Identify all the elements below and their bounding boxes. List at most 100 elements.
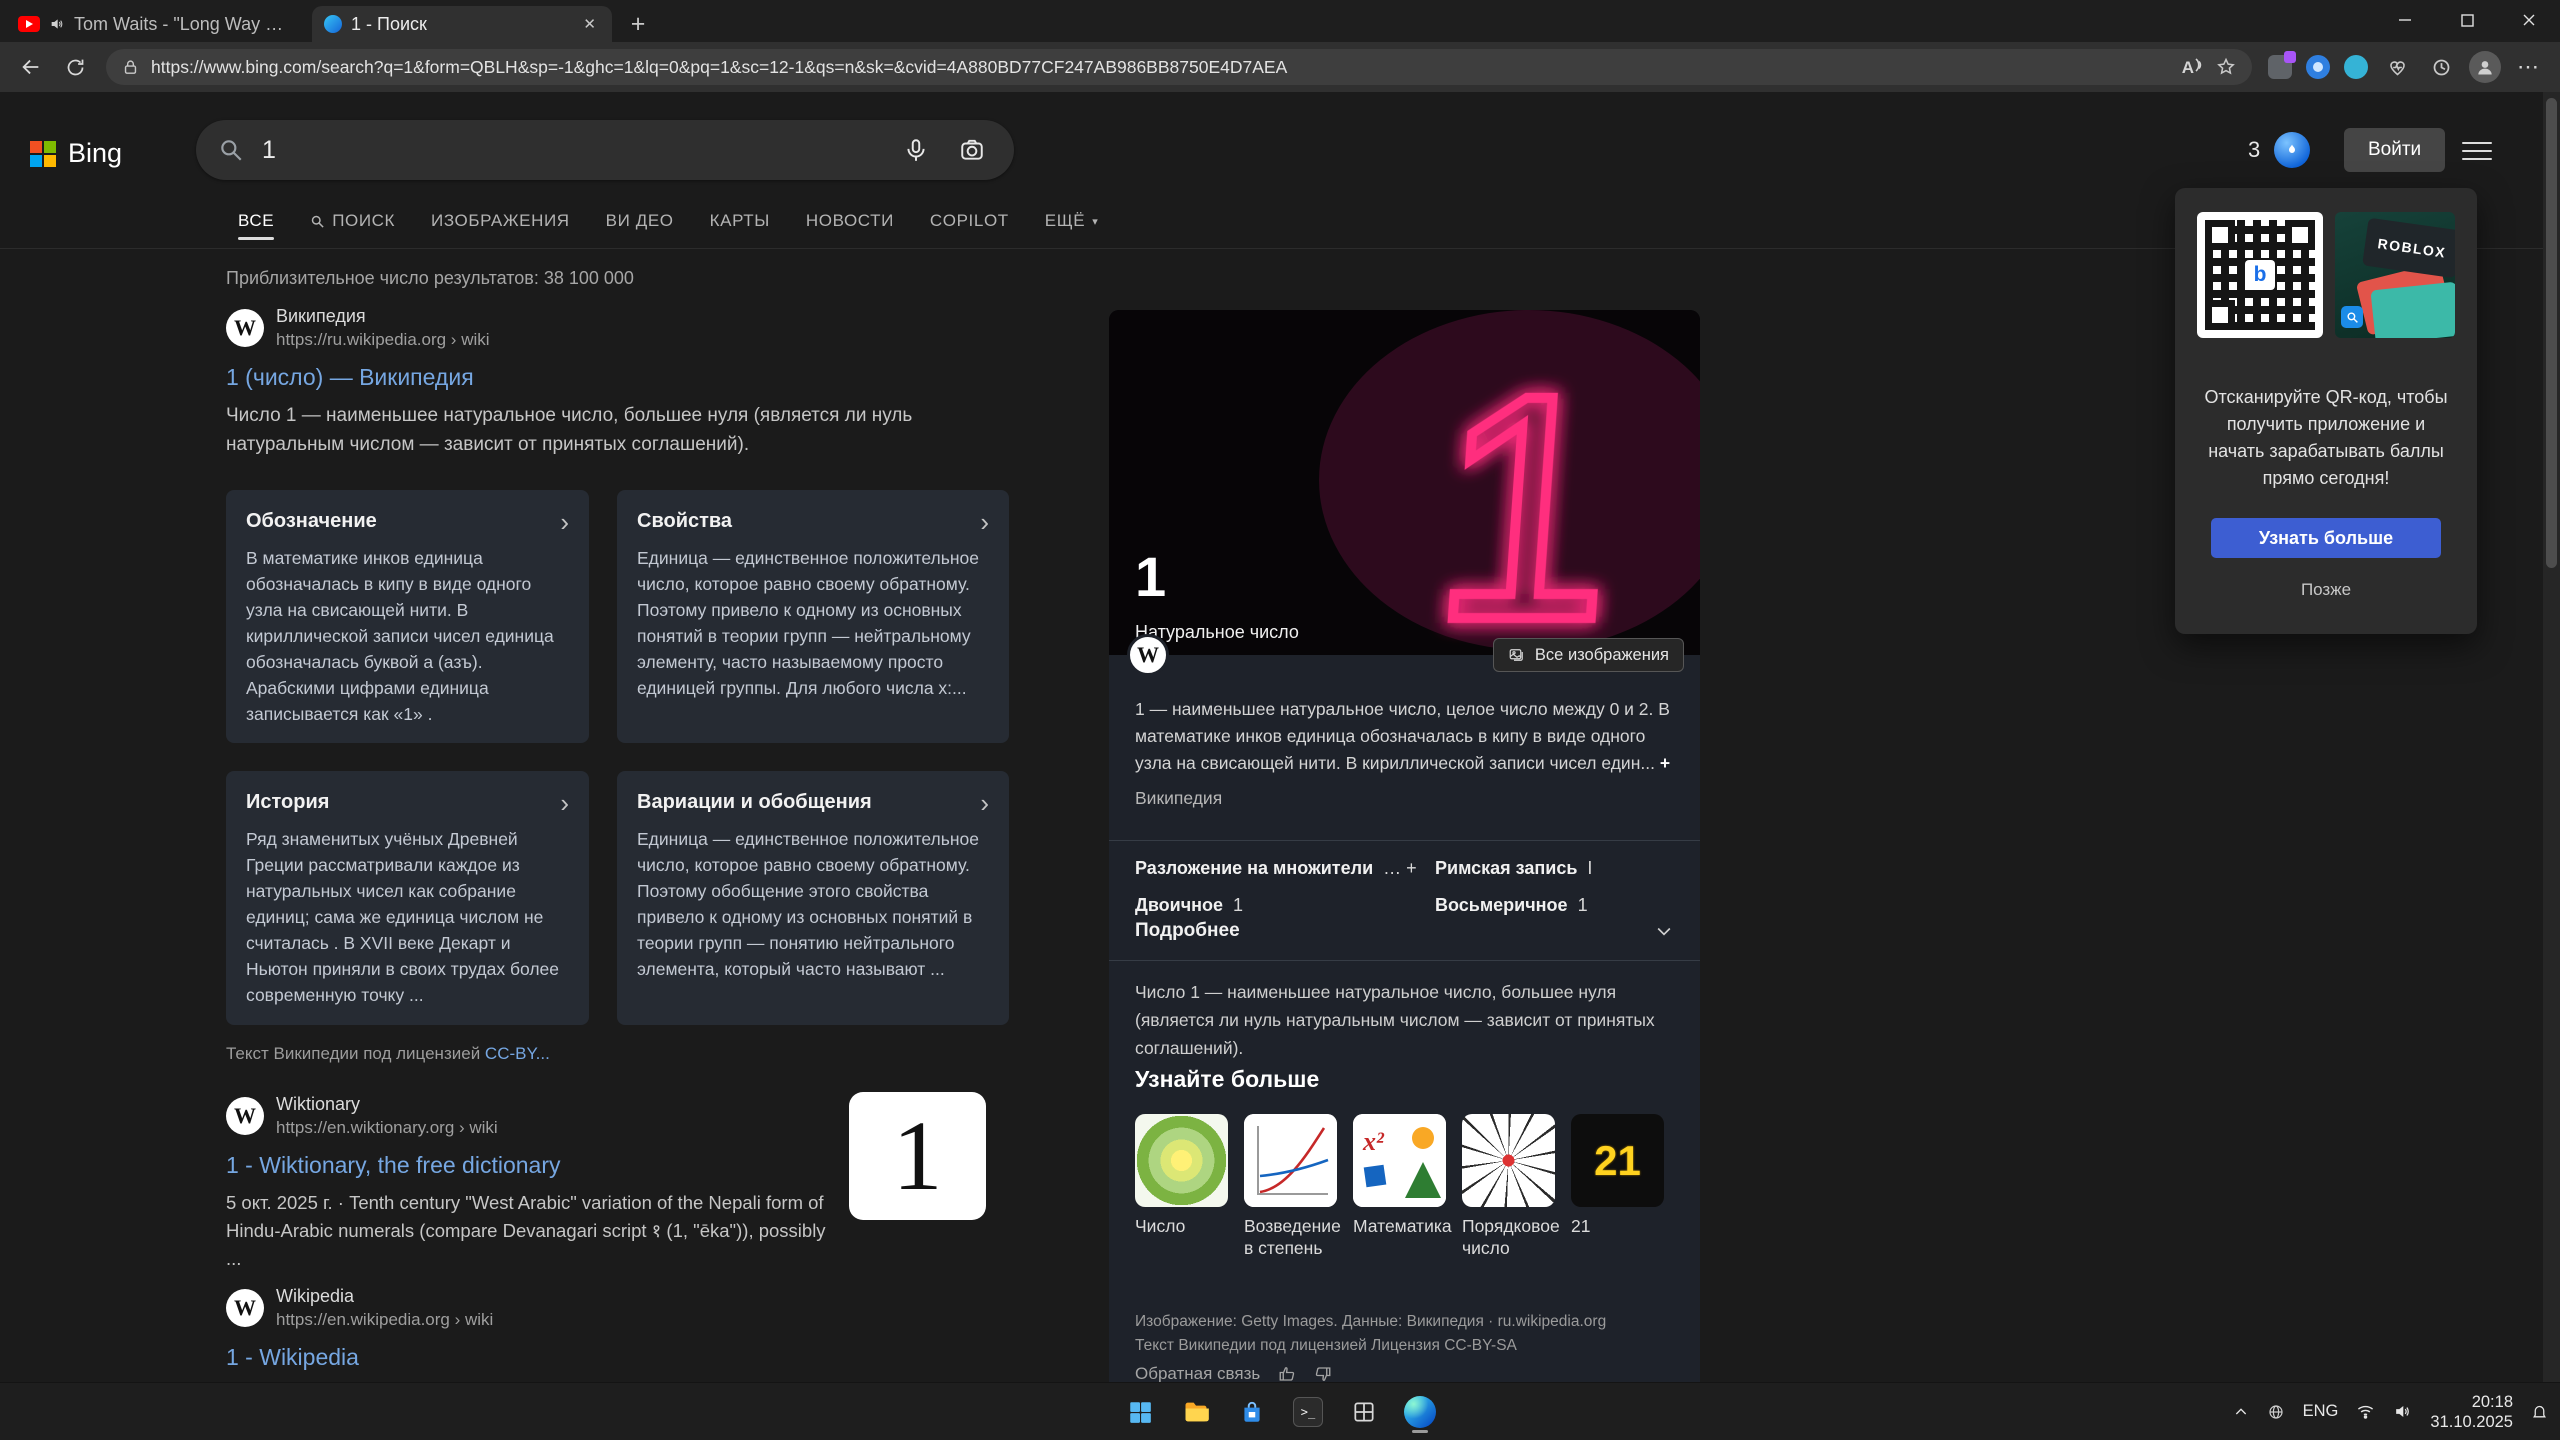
search-input[interactable] <box>260 135 880 166</box>
visual-search-icon[interactable] <box>952 130 992 170</box>
fact-octal[interactable]: Восьмеричное1 <box>1435 895 1674 916</box>
file-explorer-icon[interactable] <box>1173 1389 1219 1435</box>
tile-image-number[interactable] <box>1135 1114 1228 1207</box>
license-link[interactable]: CC-BY... <box>485 1044 550 1063</box>
result-source[interactable]: W Wiktionary https://en.wiktionary.org ›… <box>226 1094 846 1138</box>
search-box[interactable] <box>196 120 1014 180</box>
tab-more[interactable]: ЕЩЁ▾ <box>1045 211 1099 231</box>
thumb-down-icon[interactable] <box>1314 1365 1332 1382</box>
result-title-link[interactable]: 1 (число) — Википедия <box>226 364 1026 391</box>
spreadsheet-app-icon[interactable] <box>1341 1389 1387 1435</box>
thumb-up-icon[interactable] <box>1278 1365 1296 1382</box>
fact-roman[interactable]: Римская записьI <box>1435 858 1674 879</box>
source-name[interactable]: Википедия <box>276 306 490 327</box>
refresh-button[interactable] <box>54 47 96 87</box>
tab-search[interactable]: ПОИСК <box>310 211 395 231</box>
tile-image-exponentiation[interactable] <box>1244 1114 1337 1207</box>
tab-copilot[interactable]: COPILOT <box>930 211 1009 231</box>
card-variations[interactable]: Вариации и обобщения› Единица — единстве… <box>617 771 1009 1025</box>
hamburger-menu-icon[interactable] <box>2462 136 2492 166</box>
fact-binary[interactable]: Двоичное1 <box>1135 895 1435 916</box>
microsoft-store-icon[interactable] <box>1229 1389 1275 1435</box>
rewards-counter[interactable]: 3 <box>2248 132 2310 168</box>
tile-exponentiation[interactable]: Возведение в степень <box>1244 1114 1337 1259</box>
details-toggle[interactable]: Подробнее <box>1135 920 1674 942</box>
card-properties[interactable]: Свойства› Единица — единственное положит… <box>617 490 1009 743</box>
new-tab-button[interactable]: + <box>620 6 656 42</box>
tray-chevron-icon[interactable] <box>2233 1404 2249 1420</box>
fact-factorization[interactable]: Разложение на множители… + <box>1135 858 1435 879</box>
later-link[interactable]: Позже <box>2175 580 2477 600</box>
window-minimize-button[interactable] <box>2374 0 2436 40</box>
chevron-right-icon[interactable]: › <box>980 793 989 813</box>
tile-ordinal-number[interactable]: Порядковое число <box>1462 1114 1555 1259</box>
read-aloud-icon[interactable]: A <box>2182 57 2204 78</box>
wifi-icon[interactable] <box>2356 1402 2375 1421</box>
profile-avatar[interactable] <box>2464 47 2506 87</box>
tab-close-icon[interactable]: ✕ <box>579 15 600 33</box>
learn-more-button[interactable]: Узнать больше <box>2211 518 2441 558</box>
chevron-right-icon[interactable]: › <box>980 512 989 532</box>
result-title-link[interactable]: 1 - Wikipedia <box>226 1344 926 1371</box>
history-icon[interactable] <box>2420 47 2462 87</box>
terminal-icon[interactable]: >_ <box>1285 1389 1331 1435</box>
taskbar-clock[interactable]: 20:18 31.10.2025 <box>2430 1392 2513 1432</box>
speaker-icon[interactable] <box>2393 1402 2412 1421</box>
tab-audio-icon[interactable] <box>49 16 65 32</box>
edge-icon[interactable] <box>1397 1389 1443 1435</box>
result-title-link[interactable]: 1 - Wiktionary, the free dictionary <box>226 1152 846 1179</box>
url-text[interactable]: https://www.bing.com/search?q=1&form=QBL… <box>151 57 2170 78</box>
bing-logo[interactable]: Bing <box>30 138 122 169</box>
extension-icon-1[interactable] <box>2262 47 2298 87</box>
tile-mathematics[interactable]: x² Математика <box>1353 1114 1446 1259</box>
tab-news[interactable]: НОВОСТИ <box>806 211 894 231</box>
source-name[interactable]: Wikipedia <box>276 1286 493 1307</box>
favorite-star-icon[interactable] <box>2216 57 2236 77</box>
tile-number[interactable]: Число <box>1135 1114 1228 1259</box>
microphone-icon[interactable] <box>896 130 936 170</box>
extension-icon-3[interactable] <box>2338 47 2374 87</box>
browser-essentials-icon[interactable] <box>2376 47 2418 87</box>
result-source[interactable]: W Wikipedia https://en.wikipedia.org › w… <box>226 1286 926 1330</box>
card-history[interactable]: История› Ряд знаменитых учёных Древней Г… <box>226 771 589 1025</box>
result-thumbnail[interactable]: 1 <box>849 1092 986 1220</box>
chevron-right-icon[interactable]: › <box>560 512 569 532</box>
back-button[interactable] <box>10 47 52 87</box>
feedback-row[interactable]: Обратная связь <box>1135 1364 1332 1382</box>
globe-icon[interactable] <box>2267 1403 2285 1421</box>
knowledge-hero-image[interactable]: 1 1 Натуральное число <box>1109 310 1700 655</box>
card-title: Вариации и обобщения <box>637 791 872 814</box>
tile-image-21[interactable]: 21 <box>1571 1114 1664 1207</box>
tab-bing-search[interactable]: 1 - Поиск ✕ <box>312 6 612 42</box>
extension-icon-2[interactable] <box>2300 47 2336 87</box>
result-source[interactable]: W Википедия https://ru.wikipedia.org › w… <box>226 306 1026 350</box>
language-indicator[interactable]: ENG <box>2303 1402 2339 1421</box>
tile-21[interactable]: 21 21 <box>1571 1114 1664 1259</box>
source-name[interactable]: Wiktionary <box>276 1094 498 1115</box>
tab-all[interactable]: ВСЕ <box>238 211 274 231</box>
tile-image-ordinal[interactable] <box>1462 1114 1555 1207</box>
chevron-right-icon[interactable]: › <box>560 793 569 813</box>
address-bar[interactable]: https://www.bing.com/search?q=1&form=QBL… <box>106 49 2252 85</box>
tab-maps[interactable]: КАРТЫ <box>710 211 770 231</box>
tab-video[interactable]: ВИ ДЕО <box>606 211 674 231</box>
tab-images[interactable]: ИЗОБРАЖЕНИЯ <box>431 211 570 231</box>
window-maximize-button[interactable] <box>2436 0 2498 40</box>
source-url[interactable]: https://ru.wikipedia.org › wiki <box>276 330 490 350</box>
more-menu-icon[interactable]: ⋯ <box>2508 47 2550 87</box>
source-url[interactable]: https://en.wiktionary.org › wiki <box>276 1118 498 1138</box>
notification-bell-icon[interactable] <box>2531 1403 2548 1420</box>
source-url[interactable]: https://en.wikipedia.org › wiki <box>276 1310 493 1330</box>
all-images-button[interactable]: Все изображения <box>1493 638 1684 672</box>
expand-button[interactable]: + <box>1660 753 1670 773</box>
scrollbar-thumb[interactable] <box>2546 98 2557 568</box>
tile-image-mathematics[interactable]: x² <box>1353 1114 1446 1207</box>
card-designation[interactable]: Обозначение› В математике инков единица … <box>226 490 589 743</box>
lock-icon[interactable] <box>122 59 139 76</box>
sign-in-button[interactable]: Войти <box>2344 128 2445 172</box>
knowledge-source-link[interactable]: Википедия <box>1135 785 1674 812</box>
start-button[interactable] <box>1117 1389 1163 1435</box>
rewards-icon[interactable] <box>2274 132 2310 168</box>
window-close-button[interactable] <box>2498 0 2560 40</box>
tab-youtube[interactable]: Tom Waits - "Long Way Hom... <box>6 6 306 42</box>
